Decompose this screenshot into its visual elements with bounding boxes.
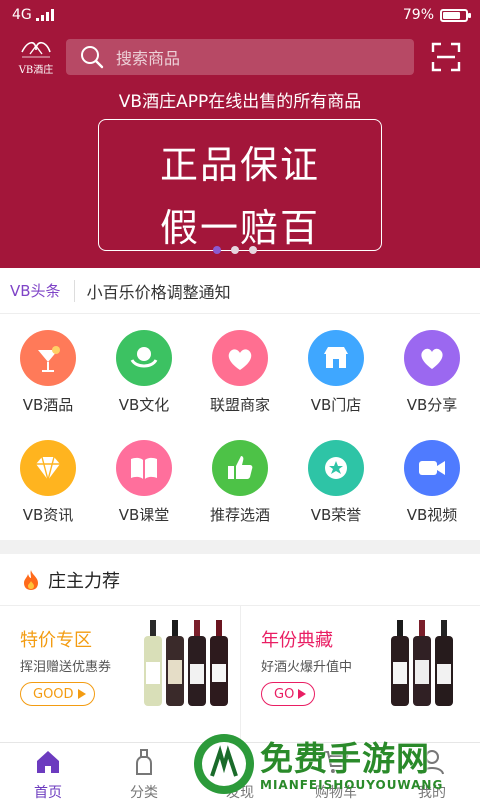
app-logo[interactable]: VB酒庄 bbox=[14, 38, 58, 78]
battery-percent: 79% bbox=[402, 7, 434, 23]
news-tag: VB头条 bbox=[0, 279, 75, 302]
grid-item[interactable]: 推荐选酒 bbox=[192, 440, 288, 525]
search-placeholder: 搜索商品 bbox=[116, 49, 181, 68]
grid-item[interactable]: VB文化 bbox=[96, 330, 192, 415]
good-button-label: GOOD bbox=[33, 686, 74, 702]
grid-item-label: 推荐选酒 bbox=[209, 506, 270, 524]
section-title: 庄主力荐 bbox=[48, 570, 120, 592]
heart-icon bbox=[404, 330, 460, 386]
grid-item[interactable]: VB课堂 bbox=[96, 440, 192, 525]
carousel-dot[interactable] bbox=[249, 246, 257, 254]
diamond-icon bbox=[20, 440, 76, 496]
thumbs-up-icon bbox=[212, 440, 268, 496]
banner-caption: VB酒庄APP在线出售的所有商品 bbox=[118, 92, 362, 112]
news-ticker[interactable]: VB头条 小百乐价格调整通知 bbox=[0, 268, 480, 314]
grid-item[interactable]: VB资讯 bbox=[0, 440, 96, 525]
news-headline[interactable]: 小百乐价格调整通知 bbox=[87, 279, 231, 303]
tab-0[interactable]: 首页 bbox=[0, 743, 96, 800]
section-divider bbox=[0, 540, 480, 554]
carousel-indicator bbox=[213, 246, 257, 254]
go-button-label: GO bbox=[274, 686, 295, 702]
grid-item[interactable]: 联盟商家 bbox=[192, 330, 288, 415]
battery-icon bbox=[440, 8, 471, 22]
logo-emblem-icon bbox=[21, 41, 51, 58]
card-subtitle: 挥泪赠送优惠券 bbox=[20, 660, 112, 675]
carousel-dot[interactable] bbox=[213, 246, 221, 254]
wine-bottles-image bbox=[391, 620, 453, 706]
bottle-icon bbox=[96, 743, 192, 780]
watermark: 免费手游网 MIANFEISHOUYOUWANG bbox=[188, 728, 480, 800]
category-grid: VB酒品 VB文化 联盟商家 VB门店 VB分享 VB资讯 VB课堂 推荐选酒 VB荣誉 VB视频 bbox=[0, 314, 480, 536]
scan-icon[interactable] bbox=[431, 42, 461, 72]
status-bar: 4G 79% bbox=[0, 0, 480, 30]
store-icon bbox=[308, 330, 364, 386]
video-icon bbox=[404, 440, 460, 496]
grid-item[interactable]: VB视频 bbox=[384, 440, 480, 525]
grid-item-label: VB文化 bbox=[118, 396, 170, 414]
good-button[interactable]: GOOD bbox=[20, 682, 95, 706]
play-arrow-icon bbox=[298, 689, 307, 699]
watermark-url: MIANFEISHOUYOUWANG bbox=[260, 778, 444, 792]
hero-header: VB酒庄 搜索商品 VB酒庄APP在线出售的所有商品 正品保证 假一赔百 bbox=[0, 30, 480, 268]
section-header: 庄主力荐 bbox=[0, 554, 480, 606]
home-icon bbox=[0, 743, 96, 780]
grid-item[interactable]: VB分享 bbox=[384, 330, 480, 415]
network-indicator: 4G bbox=[12, 7, 54, 23]
go-button[interactable]: GO bbox=[261, 682, 316, 706]
carousel-dot[interactable] bbox=[231, 246, 239, 254]
grid-item-label: 联盟商家 bbox=[209, 396, 270, 414]
medal-icon bbox=[308, 440, 364, 496]
banner-line-2: 假一赔百 bbox=[159, 206, 320, 250]
grid-item-label: VB视频 bbox=[406, 506, 458, 524]
card-subtitle: 好酒火爆升值中 bbox=[261, 660, 353, 675]
grid-item-label: VB门店 bbox=[310, 396, 362, 414]
card-title: 特价专区 bbox=[20, 630, 92, 651]
grid-item-label: VB课堂 bbox=[118, 506, 170, 524]
search-icon bbox=[81, 46, 104, 69]
cocktail-icon bbox=[20, 330, 76, 386]
flame-icon bbox=[24, 569, 38, 590]
globe-hands-icon bbox=[116, 330, 172, 386]
grid-item[interactable]: VB荣誉 bbox=[288, 440, 384, 525]
wine-bottles-image bbox=[144, 620, 228, 706]
signal-icon bbox=[35, 9, 54, 21]
search-bar[interactable]: 搜索商品 bbox=[66, 39, 414, 75]
promo-card-special-offer[interactable]: 特价专区 挥泪赠送优惠券 GOOD bbox=[0, 606, 240, 742]
grid-item-label: VB荣誉 bbox=[310, 506, 362, 524]
tab-label: 分类 bbox=[130, 785, 158, 800]
book-icon bbox=[116, 440, 172, 496]
grid-item[interactable]: VB门店 bbox=[288, 330, 384, 415]
card-title: 年份典藏 bbox=[261, 630, 333, 651]
logo-text: VB酒庄 bbox=[18, 65, 54, 76]
tab-label: 首页 bbox=[34, 785, 62, 800]
banner-line-1: 正品保证 bbox=[159, 143, 320, 187]
grid-item-label: VB资讯 bbox=[22, 506, 74, 524]
handshake-heart-icon bbox=[212, 330, 268, 386]
promo-cards: 特价专区 挥泪赠送优惠券 GOOD 年份典藏 好酒火爆升值中 GO bbox=[0, 606, 480, 742]
watermark-logo-icon bbox=[194, 734, 254, 794]
grid-item-label: VB酒品 bbox=[22, 396, 74, 414]
play-arrow-icon bbox=[77, 689, 86, 699]
tab-1[interactable]: 分类 bbox=[96, 743, 192, 800]
grid-item-label: VB分享 bbox=[406, 396, 458, 414]
promo-card-vintage[interactable]: 年份典藏 好酒火爆升值中 GO bbox=[240, 606, 480, 742]
network-type: 4G bbox=[12, 7, 32, 23]
grid-item[interactable]: VB酒品 bbox=[0, 330, 96, 415]
promo-banner[interactable]: 正品保证 假一赔百 bbox=[98, 119, 382, 251]
watermark-title: 免费手游网 bbox=[260, 739, 430, 778]
